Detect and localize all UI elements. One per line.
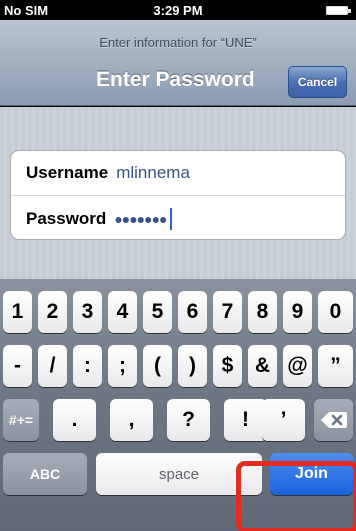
keyboard: 1 2 3 4 5 6 7 8 9 0 - / : ; ( ) $ & @ ” … — [0, 279, 356, 531]
battery-tip — [348, 9, 351, 13]
key-more-symbols[interactable]: #+= — [3, 399, 39, 441]
key-period[interactable]: . — [53, 399, 96, 441]
status-bar: No SIM 3:29 PM — [0, 0, 356, 20]
key-question[interactable]: ? — [167, 399, 210, 441]
key-4[interactable]: 4 — [108, 291, 137, 333]
text-cursor — [169, 207, 172, 230]
battery-icon — [326, 6, 348, 15]
credentials-group: Username mlinnema Password ●●●●●●● — [10, 150, 346, 240]
key-ampersand[interactable]: & — [248, 345, 277, 387]
key-2[interactable]: 2 — [38, 291, 67, 333]
key-semicolon[interactable]: ; — [108, 345, 137, 387]
key-0[interactable]: 0 — [318, 291, 353, 333]
credentials-form-area: Username mlinnema Password ●●●●●●● — [0, 107, 356, 279]
key-9[interactable]: 9 — [283, 291, 312, 333]
username-field[interactable]: Username mlinnema — [11, 151, 345, 196]
key-apostrophe[interactable]: ’ — [262, 399, 305, 441]
navigation-bar: Enter information for “UNE” Enter Passwo… — [0, 20, 356, 106]
join-button[interactable]: Join — [270, 453, 353, 495]
key-5[interactable]: 5 — [143, 291, 172, 333]
delete-icon — [320, 411, 347, 429]
key-7[interactable]: 7 — [213, 291, 242, 333]
key-open-paren[interactable]: ( — [143, 345, 172, 387]
cancel-button[interactable]: Cancel — [288, 66, 347, 98]
network-prompt: Enter information for “UNE” — [99, 35, 257, 50]
key-quote[interactable]: ” — [318, 345, 353, 387]
key-8[interactable]: 8 — [248, 291, 277, 333]
key-colon[interactable]: : — [73, 345, 102, 387]
key-dollar[interactable]: $ — [213, 345, 242, 387]
key-slash[interactable]: / — [38, 345, 67, 387]
password-value: ●●●●●●● — [114, 210, 167, 227]
key-at[interactable]: @ — [283, 345, 312, 387]
key-comma[interactable]: , — [110, 399, 153, 441]
key-6[interactable]: 6 — [178, 291, 207, 333]
space-key[interactable]: space — [96, 453, 262, 495]
username-label: Username — [26, 163, 109, 182]
key-hyphen[interactable]: - — [3, 345, 32, 387]
key-abc[interactable]: ABC — [3, 453, 87, 495]
password-label: Password — [26, 208, 107, 228]
key-3[interactable]: 3 — [73, 291, 102, 333]
key-1[interactable]: 1 — [3, 291, 32, 333]
key-close-paren[interactable]: ) — [178, 345, 207, 387]
username-value: mlinnema — [116, 163, 190, 182]
page-title: Enter Password — [96, 68, 255, 91]
delete-key[interactable] — [314, 399, 353, 441]
clock-time: 3:29 PM — [153, 3, 203, 18]
key-exclamation[interactable]: ! — [224, 399, 267, 441]
password-field[interactable]: Password ●●●●●●● — [11, 196, 345, 239]
